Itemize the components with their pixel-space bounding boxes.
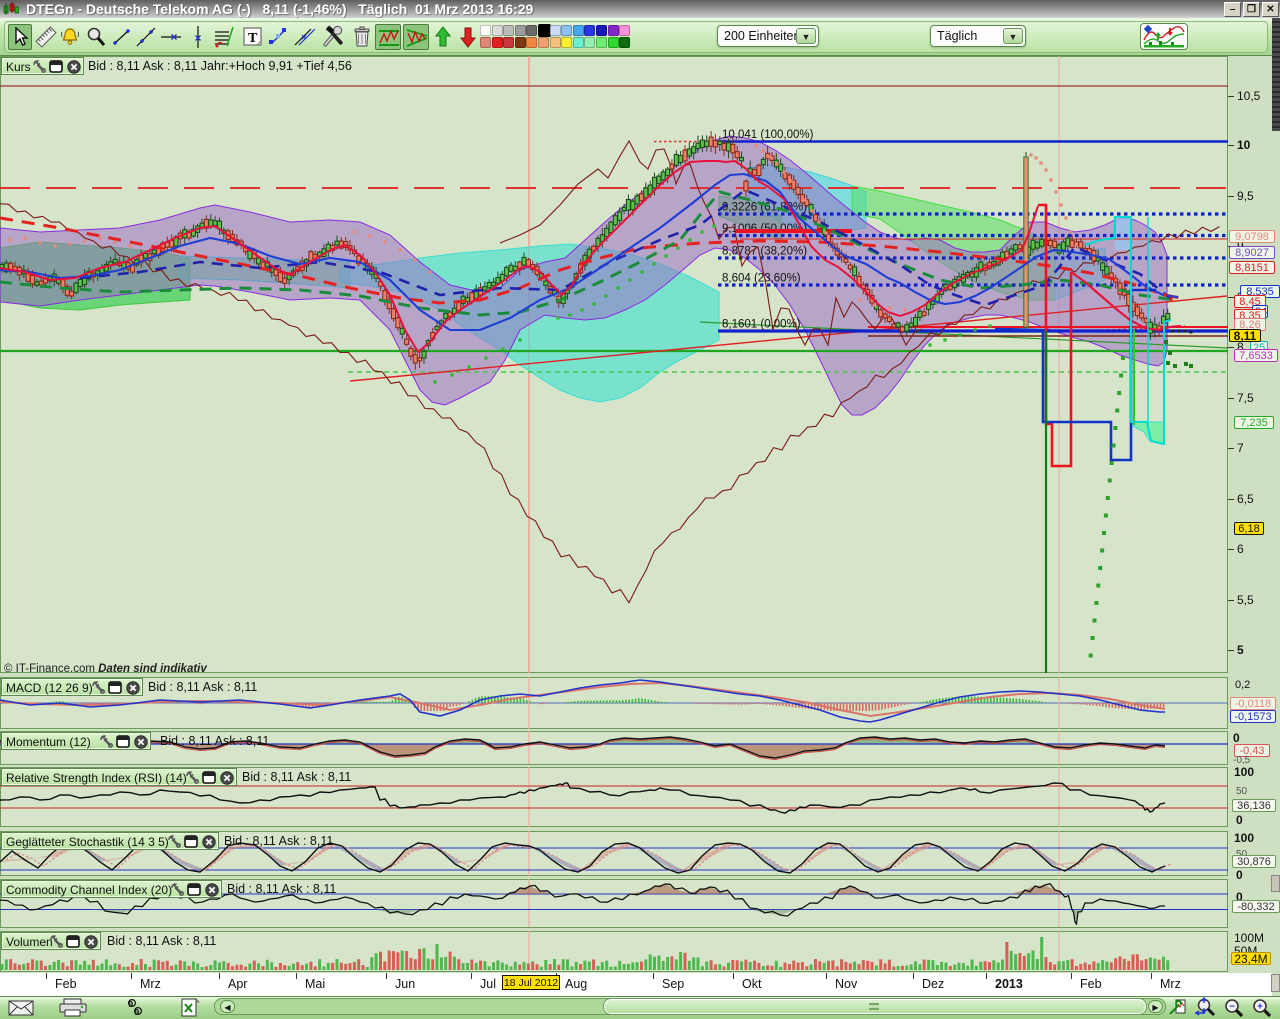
svg-text:8,8787 (38,20%): 8,8787 (38,20%): [722, 246, 807, 258]
svg-text:© IT-Finance.com Daten sind i: © IT-Finance.com Daten sind indikativ: [4, 663, 207, 673]
svg-text:+: +: [1257, 1002, 1263, 1013]
svg-text:8,604 (23,60%): 8,604 (23,60%): [722, 273, 801, 285]
svg-text:10,041 (100,00%): 10,041 (100,00%): [722, 129, 814, 141]
svg-text:T: T: [248, 31, 258, 46]
svg-text:8,1601 (0,00%): 8,1601 (0,00%): [722, 319, 801, 331]
svg-text:−: −: [1229, 1002, 1235, 1013]
